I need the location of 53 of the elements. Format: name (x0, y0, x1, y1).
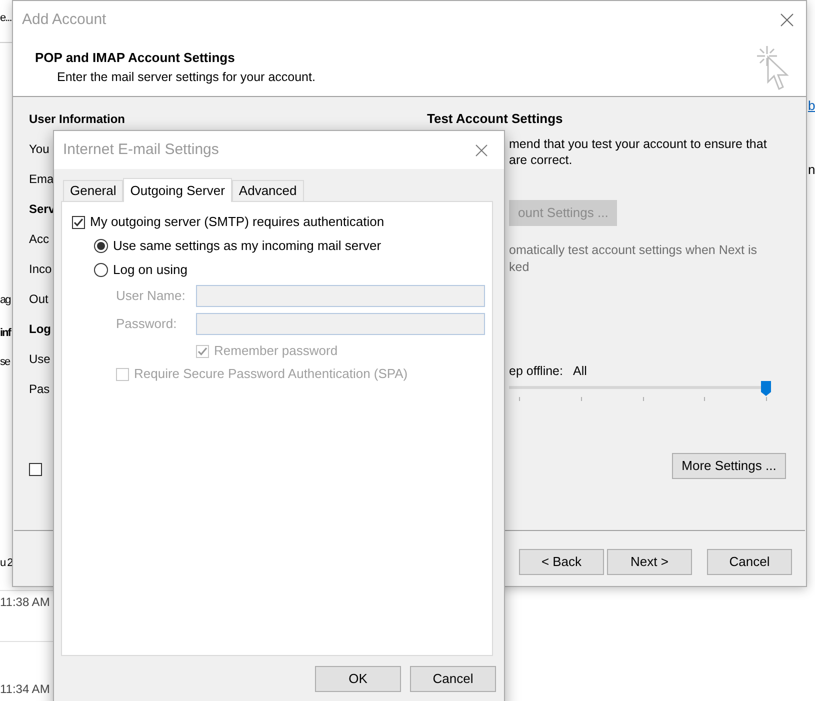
form-label: Out (29, 291, 48, 308)
form-label: Use (29, 351, 50, 368)
option-text: omatically test account settings when Next is (509, 242, 758, 259)
more-settings-button[interactable]: More Settings ... (672, 452, 786, 479)
form-label: Acc (29, 231, 50, 248)
radio-button[interactable] (94, 263, 108, 277)
message-time: 11:34 AM (0, 681, 51, 698)
radio-label: Use same settings as my incoming mail server (113, 237, 382, 256)
form-label: Ema (29, 171, 54, 188)
field-label: Password: (116, 315, 178, 334)
close-icon[interactable] (475, 144, 488, 156)
form-label: Inco (29, 261, 52, 278)
list-text: inf (0, 326, 12, 340)
description-text: are correct. (509, 152, 572, 168)
description-text: mend that you test your account to ensure that (509, 136, 767, 152)
radio-label: Log on using (113, 261, 188, 280)
list-text: se (0, 355, 12, 369)
form-label: Pas (29, 381, 50, 398)
page-subtitle: Enter the mail server settings for your account. (57, 68, 316, 86)
form-label: Log (29, 321, 51, 338)
message-time: 11:38 AM (0, 594, 51, 611)
list-text: ag (0, 293, 12, 307)
tab[interactable]: Outgoing Server (123, 178, 232, 202)
dialog-button[interactable]: Cancel (410, 666, 496, 692)
checkbox-label: My outgoing server (SMTP) requires authentication (90, 213, 384, 232)
link[interactable]: b (808, 98, 815, 114)
form-label: You (29, 141, 50, 158)
form-label: User Information (29, 111, 126, 128)
wizard-button[interactable]: Next > (607, 549, 692, 575)
list-text: n (808, 162, 815, 178)
field-label: User Name: (116, 287, 186, 306)
list-text: e... (0, 11, 12, 25)
checkbox-label: Remember password (214, 342, 338, 360)
section-title: Test Account Settings (427, 110, 564, 128)
dialog-button[interactable]: OK (315, 666, 401, 692)
checkbox[interactable] (29, 463, 42, 476)
page-heading: POP and IMAP Account Settings (35, 49, 236, 67)
radio-button[interactable] (94, 239, 108, 253)
tab[interactable]: General (63, 180, 124, 201)
cursor-sparkle-icon (756, 44, 792, 92)
slider-thumb[interactable] (761, 380, 771, 396)
wizard-button[interactable]: Cancel (707, 549, 792, 575)
window-title: Add Account (22, 10, 106, 30)
slider-label: ep offline: (509, 363, 563, 380)
checkbox-label: Require Secure Password Authentication (SPA) (134, 365, 408, 384)
slider[interactable] (509, 380, 771, 397)
wizard-button[interactable]: < Back (519, 549, 604, 575)
dialog-title: Internet E-mail Settings (63, 140, 219, 160)
slider-value: All (572, 363, 587, 380)
tab[interactable]: Advanced (232, 180, 304, 201)
option-text: ked (509, 259, 530, 276)
close-icon[interactable] (780, 13, 794, 27)
checkbox[interactable] (72, 216, 85, 228)
